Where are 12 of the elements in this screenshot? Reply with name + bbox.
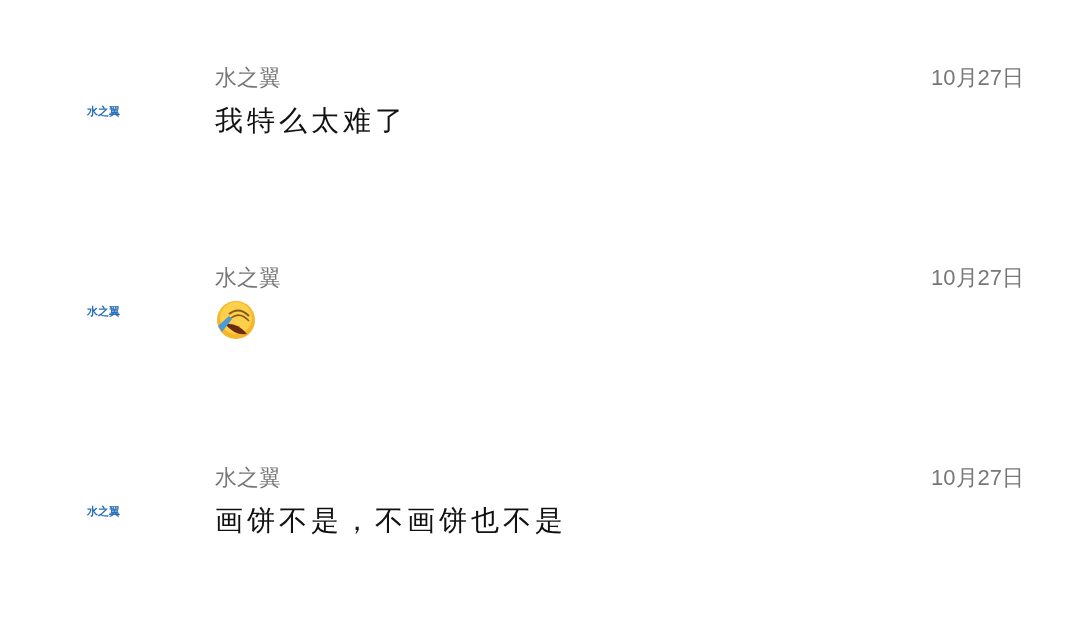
avatar-logo-text: 水之翼 xyxy=(86,105,120,118)
laughing-emoji-icon xyxy=(215,300,257,340)
avatar-logo-text: 水之翼 xyxy=(86,305,120,318)
comment-date: 10月27日 xyxy=(931,263,1024,292)
comment-date: 10月27日 xyxy=(931,463,1024,492)
author-name[interactable]: 水之翼 xyxy=(215,260,281,294)
author-name[interactable]: 水之翼 xyxy=(215,460,281,494)
comment-date: 10月27日 xyxy=(931,63,1024,92)
author-name[interactable]: 水之翼 xyxy=(215,60,281,94)
comment-text: 我特么太难了 xyxy=(215,105,407,136)
comment-text: 画饼不是，不画饼也不是 xyxy=(215,505,567,536)
avatar-logo-text: 水之翼 xyxy=(86,505,120,518)
